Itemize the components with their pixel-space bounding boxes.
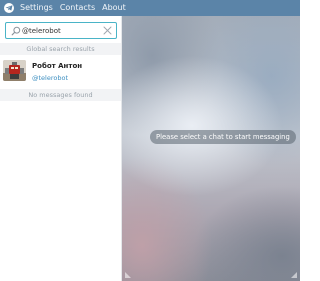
telegram-icon bbox=[4, 3, 14, 13]
search-icon bbox=[11, 26, 21, 36]
search-input[interactable] bbox=[22, 24, 102, 37]
no-messages-header: No messages found bbox=[0, 89, 121, 101]
chat-name: Робот Антон bbox=[32, 62, 83, 70]
chat-username: @telerobot bbox=[32, 74, 69, 82]
chat-list-panel: Global search results Робот Антон @teler… bbox=[0, 16, 122, 281]
resize-handle-icon[interactable] bbox=[291, 272, 297, 278]
menu-item-about[interactable]: About bbox=[102, 0, 126, 16]
avatar bbox=[3, 60, 26, 81]
empty-chat-placeholder: Please select a chat to start messaging bbox=[150, 130, 296, 144]
title-bar: Settings Contacts About bbox=[0, 0, 300, 16]
main-menu: Settings Contacts About bbox=[20, 0, 126, 16]
menu-item-settings[interactable]: Settings bbox=[20, 0, 53, 16]
menu-item-contacts[interactable]: Contacts bbox=[60, 0, 95, 16]
chat-area: Please select a chat to start messaging bbox=[122, 16, 300, 281]
corner-mark-icon bbox=[125, 272, 131, 278]
search-box[interactable] bbox=[5, 22, 117, 39]
search-result-row[interactable]: Робот Антон @telerobot bbox=[0, 57, 121, 87]
global-search-header: Global search results bbox=[0, 43, 121, 55]
telegram-window: Settings Contacts About Global search re… bbox=[0, 0, 300, 281]
close-icon[interactable] bbox=[103, 26, 112, 35]
